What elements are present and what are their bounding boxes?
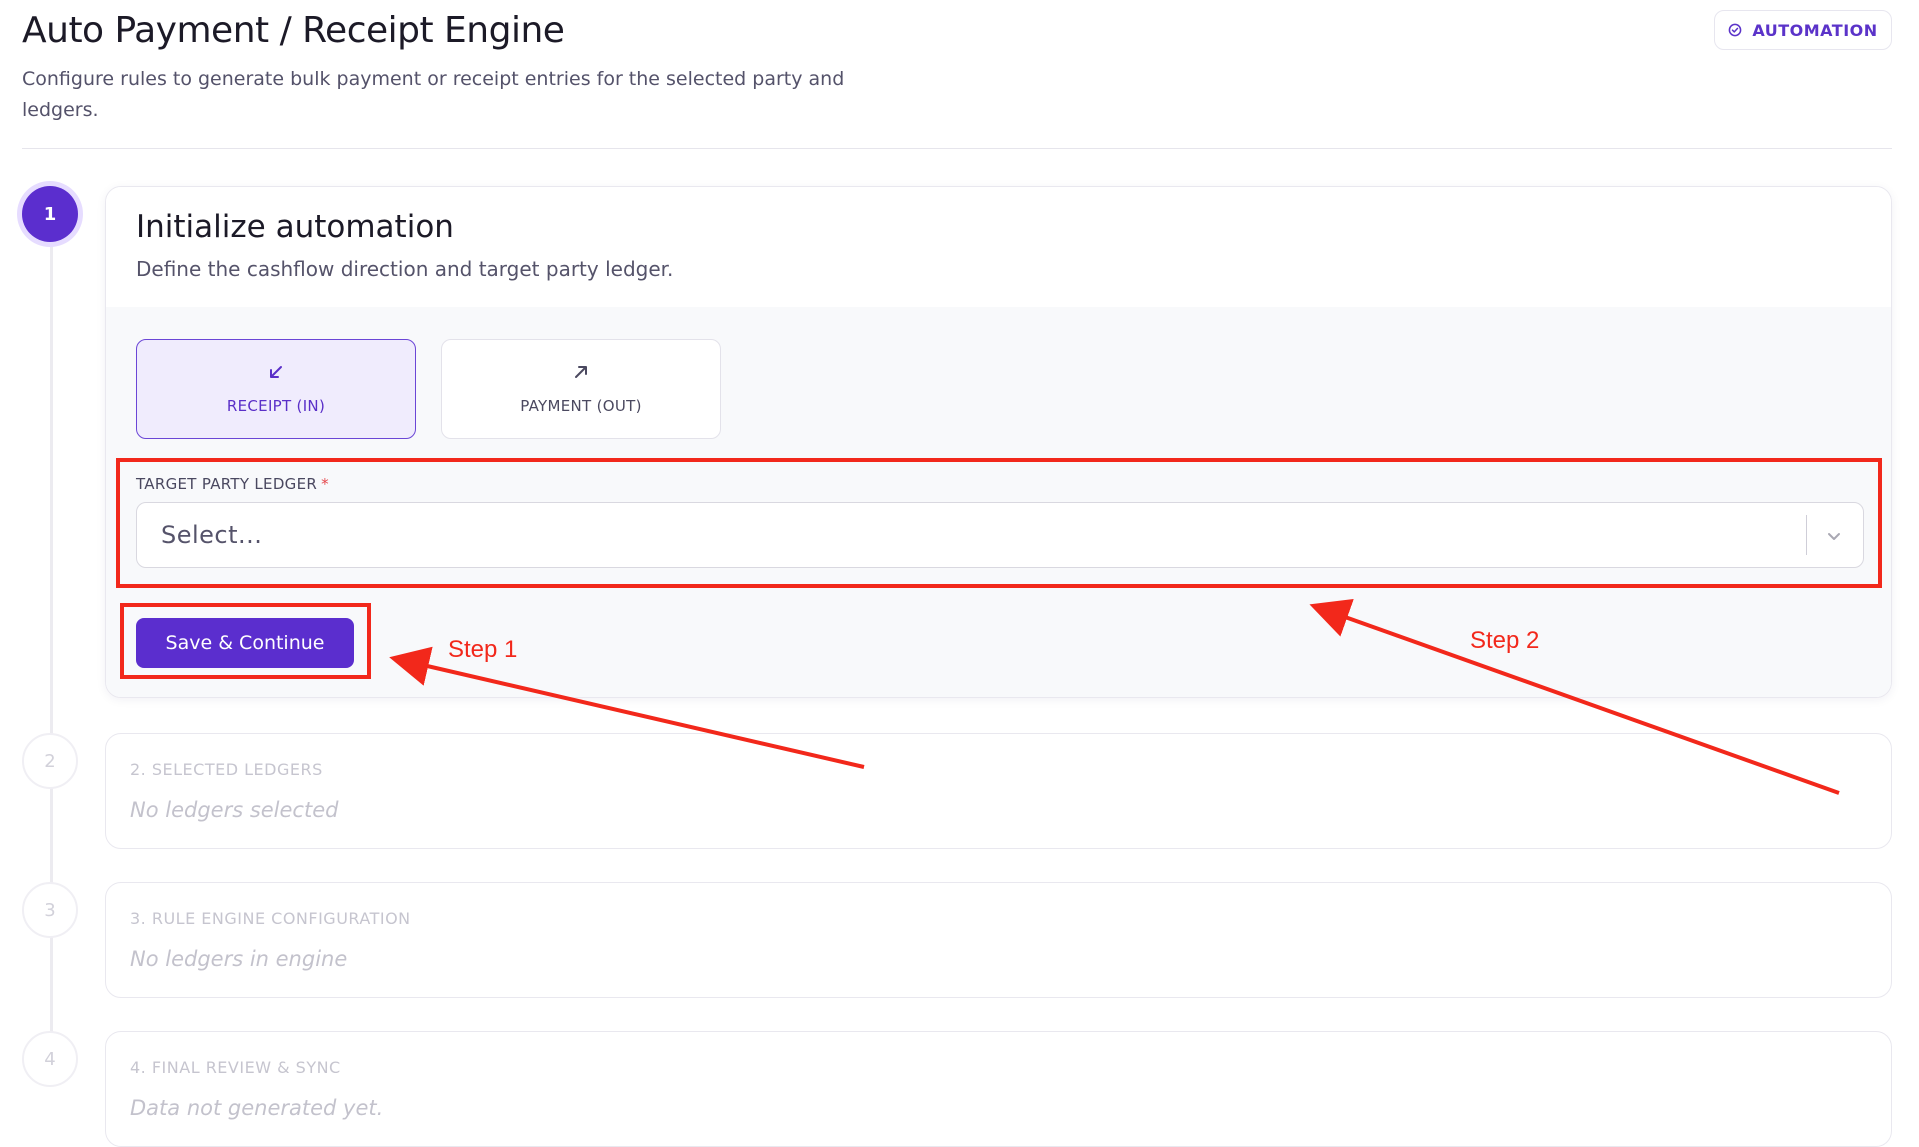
annotation-arrow-step-2 [1309, 598, 1840, 795]
annotation-arrows [389, 598, 1840, 795]
annotation-arrow-step-1 [389, 646, 865, 769]
